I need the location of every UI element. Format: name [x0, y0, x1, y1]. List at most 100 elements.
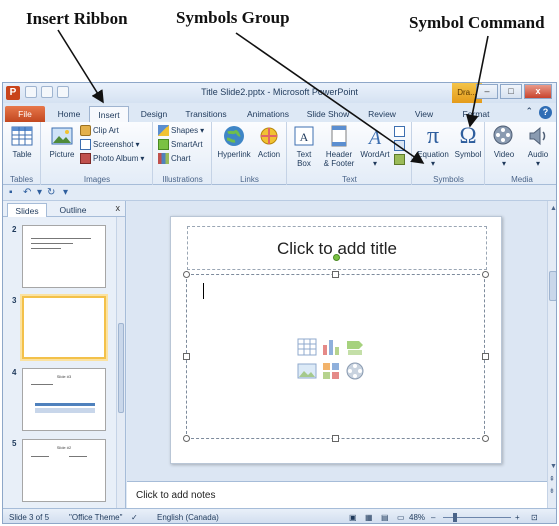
- shapes-button[interactable]: Shapes ▾: [158, 125, 204, 136]
- group-label-images: Images: [83, 175, 111, 184]
- video-button[interactable]: Video ▾: [488, 124, 520, 168]
- tab-slide-show[interactable]: Slide Show: [305, 106, 351, 122]
- resize-handle[interactable]: [332, 435, 339, 442]
- redo-icon[interactable]: ↻: [47, 187, 55, 198]
- header-footer-label-line1: Header: [325, 150, 353, 159]
- resize-handle[interactable]: [183, 271, 190, 278]
- annotation-symbols-group: Symbols Group: [176, 8, 290, 27]
- group-tables: Table Tables: [3, 122, 41, 185]
- photo-album-button[interactable]: Photo Album ▾: [80, 153, 144, 164]
- insert-clip-art-icon[interactable]: [321, 361, 341, 381]
- tab-design[interactable]: Design: [135, 106, 173, 122]
- save-icon[interactable]: ▪: [9, 187, 13, 198]
- tab-view[interactable]: View: [411, 106, 437, 122]
- tab-slides[interactable]: Slides: [7, 203, 47, 217]
- content-placeholder[interactable]: [186, 274, 485, 439]
- editor-scrollbar[interactable]: ▲ ▼ ⇞ ⇟: [547, 201, 556, 508]
- annotation-insert-ribbon: Insert Ribbon: [26, 9, 128, 28]
- date-time-button[interactable]: [394, 140, 405, 151]
- header-footer-icon: [331, 125, 347, 147]
- dropdown-icon[interactable]: ▾: [37, 187, 42, 198]
- zoom-level[interactable]: 48%: [409, 513, 425, 522]
- shapes-label: Shapes: [171, 126, 199, 135]
- equation-button[interactable]: π Equation ▾: [415, 124, 451, 168]
- resize-handle[interactable]: [482, 435, 489, 442]
- clip-art-label: Clip Art: [93, 126, 119, 135]
- language-indicator[interactable]: English (Canada): [157, 513, 219, 522]
- title-placeholder[interactable]: Click to add title: [187, 226, 487, 270]
- symbol-button[interactable]: Ω Symbol: [453, 123, 483, 160]
- slide-number: 5: [12, 439, 17, 448]
- slide-sorter-view-icon[interactable]: ▦: [365, 513, 373, 522]
- slide-thumbnail-2[interactable]: [22, 225, 106, 288]
- ribbon-minimize-icon[interactable]: ⌃: [525, 106, 533, 119]
- resize-handle[interactable]: [183, 353, 190, 360]
- help-controls: ⌃ ?: [525, 106, 552, 119]
- tab-outline[interactable]: Outline: [51, 203, 95, 217]
- spell-check-icon[interactable]: ✓: [131, 513, 138, 522]
- slide-thumbnail-5[interactable]: Slide #2: [22, 439, 106, 502]
- zoom-slider-knob[interactable]: [453, 513, 457, 522]
- hyperlink-button[interactable]: Hyperlink: [215, 124, 253, 159]
- tab-animations[interactable]: Animations: [243, 106, 293, 122]
- audio-button[interactable]: Audio ▾: [522, 124, 554, 168]
- help-icon[interactable]: ?: [539, 106, 552, 119]
- undo-icon[interactable]: ↶: [23, 187, 31, 198]
- table-button[interactable]: Table: [8, 124, 36, 159]
- current-slide[interactable]: Click to add title: [170, 216, 502, 464]
- picture-button[interactable]: Picture: [46, 124, 78, 159]
- close-button[interactable]: x: [524, 84, 552, 99]
- notes-placeholder: Click to add notes: [136, 490, 216, 501]
- minimize-button[interactable]: –: [476, 84, 498, 99]
- notes-pane[interactable]: Click to add notes: [127, 481, 547, 508]
- tab-transitions[interactable]: Transitions: [181, 106, 231, 122]
- slides-panel-scrollbar[interactable]: [116, 217, 125, 508]
- tab-format[interactable]: Format: [459, 106, 493, 122]
- insert-table-icon[interactable]: [297, 337, 317, 357]
- customize-qat-icon[interactable]: ▾: [63, 187, 68, 198]
- group-links: Hyperlink Action Links: [213, 122, 287, 185]
- close-panel-icon[interactable]: x: [116, 203, 121, 213]
- clip-art-button[interactable]: Clip Art: [80, 125, 119, 136]
- zoom-out-button[interactable]: –: [431, 513, 435, 522]
- resize-handle[interactable]: [482, 271, 489, 278]
- resize-handle[interactable]: [482, 353, 489, 360]
- photo-album-label: Photo Album: [93, 154, 139, 163]
- resize-handle[interactable]: [332, 271, 339, 278]
- speaker-icon: [529, 126, 546, 146]
- zoom-in-button[interactable]: +: [515, 513, 520, 522]
- tab-insert[interactable]: Insert: [89, 106, 129, 123]
- maximize-button[interactable]: □: [500, 84, 522, 99]
- slide-thumbnail-4[interactable]: Slide #3: [22, 368, 106, 431]
- header-footer-button[interactable]: Header & Footer: [320, 124, 358, 168]
- insert-media-icon[interactable]: [345, 361, 365, 381]
- slide-thumbnail-3[interactable]: [22, 296, 106, 359]
- slide-show-view-icon[interactable]: ▭: [397, 513, 405, 522]
- pi-icon: π: [426, 123, 440, 149]
- omega-icon: Ω: [459, 123, 477, 148]
- insert-chart-icon[interactable]: [321, 337, 341, 357]
- signature-line-button[interactable]: [394, 126, 405, 137]
- insert-picture-icon[interactable]: [297, 361, 317, 381]
- tab-file[interactable]: File: [5, 106, 45, 122]
- quick-access-toolbar: ▪ ↶ ▾ ↻ ▾: [3, 185, 556, 201]
- resize-handle[interactable]: [183, 435, 190, 442]
- insert-smartart-icon[interactable]: [345, 337, 365, 357]
- tab-review[interactable]: Review: [365, 106, 399, 122]
- smartart-button[interactable]: SmartArt: [158, 139, 203, 150]
- chart-button[interactable]: Chart: [158, 153, 191, 164]
- chevron-down-icon: ▾: [140, 154, 145, 163]
- thumbnail-title: Slide #2: [56, 445, 72, 450]
- tab-home[interactable]: Home: [53, 106, 85, 122]
- screenshot-button[interactable]: Screenshot ▾: [80, 139, 139, 150]
- normal-view-icon[interactable]: ▣: [349, 513, 357, 522]
- screenshot-label: Screenshot: [93, 140, 134, 149]
- text-box-button[interactable]: A Text Box: [290, 124, 318, 168]
- action-button[interactable]: Action: [255, 124, 283, 159]
- rotation-handle[interactable]: [333, 254, 340, 261]
- fit-slide-icon[interactable]: ⊡: [531, 513, 538, 522]
- wordart-button[interactable]: A WordArt ▾: [358, 124, 392, 168]
- reading-view-icon[interactable]: ▤: [381, 513, 389, 522]
- film-reel-icon: [493, 125, 513, 145]
- object-button[interactable]: [394, 154, 405, 165]
